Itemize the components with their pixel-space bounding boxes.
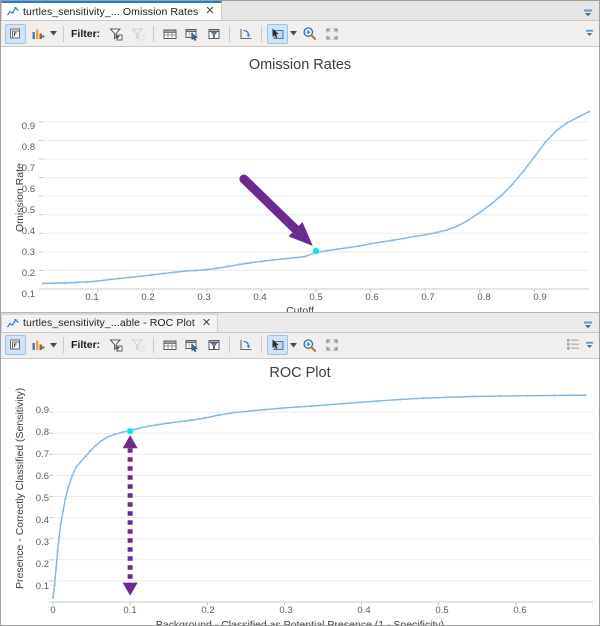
tab-title: turtles_sensitivity_...able - ROC Plot [23,317,195,329]
chevron-down-icon[interactable] [289,24,298,44]
toolbar-right-group [562,335,594,355]
chevron-down-icon[interactable] [49,335,58,355]
panel-roc-plot: turtles_sensitivity_...able - ROC Plot ✕ [1,312,599,626]
select-chart-elements-button[interactable] [5,335,26,355]
panel-omission-rates: turtles_sensitivity_... Omission Rates ✕ [1,1,599,312]
close-icon[interactable]: ✕ [202,318,211,329]
tabstrip-omission: turtles_sensitivity_... Omission Rates ✕ [1,1,599,21]
toolbar-divider [229,26,230,42]
filter-by-selection-button[interactable] [127,335,148,355]
full-extent-button[interactable] [321,335,342,355]
filter-by-selection-button[interactable] [127,24,148,44]
plot-area-roc [1,359,599,626]
select-tool-button[interactable] [267,24,288,44]
tab-omission-rates[interactable]: turtles_sensitivity_... Omission Rates ✕ [1,1,222,20]
toolbar-roc: Filter: [1,333,599,359]
tab-title: turtles_sensitivity_... Omission Rates [23,6,198,18]
zoom-to-selection-button[interactable] [203,335,224,355]
select-features-button[interactable] [181,24,202,44]
chevron-down-icon[interactable] [49,24,58,44]
toolbar-right-group [585,23,594,43]
open-table-button[interactable] [159,335,180,355]
switch-axes-button[interactable] [235,24,256,44]
tab-roc-plot[interactable]: turtles_sensitivity_...able - ROC Plot ✕ [1,313,218,332]
toolbar-divider [153,337,154,353]
open-table-button[interactable] [159,24,180,44]
filter-label: Filter: [71,339,100,351]
close-icon[interactable]: ✕ [205,6,214,17]
filter-by-extent-button[interactable] [105,335,126,355]
chevron-down-icon[interactable] [583,317,593,327]
toolbar-divider [261,337,262,353]
line-chart-icon [7,6,19,17]
overflow-caret-icon[interactable] [585,23,594,43]
zoom-to-selection-button[interactable] [203,24,224,44]
overflow-caret-icon[interactable] [585,335,594,355]
chart-roc-plot[interactable]: ROC Plot Presence - Correctly Classified… [1,359,599,626]
line-chart-icon [7,318,19,329]
toolbar-divider [229,337,230,353]
chart-omission-rates[interactable]: Omission Rates Omission Rate 0.9 0.8 0.7… [1,47,599,312]
toolbar-divider [63,337,64,353]
select-tool-button[interactable] [267,335,288,355]
magnifier-icon[interactable] [299,335,320,355]
chevron-down-icon[interactable] [583,5,593,15]
filter-by-extent-button[interactable] [105,24,126,44]
full-extent-button[interactable] [321,24,342,44]
chart-window: turtles_sensitivity_... Omission Rates ✕ [0,0,600,626]
magnifier-icon[interactable] [299,24,320,44]
select-features-button[interactable] [181,335,202,355]
plot-area-omission [1,47,599,312]
toolbar-omission: Filter: [1,21,599,47]
switch-axes-button[interactable] [235,335,256,355]
chart-type-button[interactable] [27,335,48,355]
toolbar-divider [63,26,64,42]
legend-list-icon[interactable] [562,335,583,355]
chevron-down-icon[interactable] [289,335,298,355]
chart-type-button[interactable] [27,24,48,44]
toolbar-divider [153,26,154,42]
tabstrip-roc: turtles_sensitivity_...able - ROC Plot ✕ [1,313,599,333]
toolbar-divider [261,26,262,42]
select-chart-elements-button[interactable] [5,24,26,44]
filter-label: Filter: [71,28,100,40]
